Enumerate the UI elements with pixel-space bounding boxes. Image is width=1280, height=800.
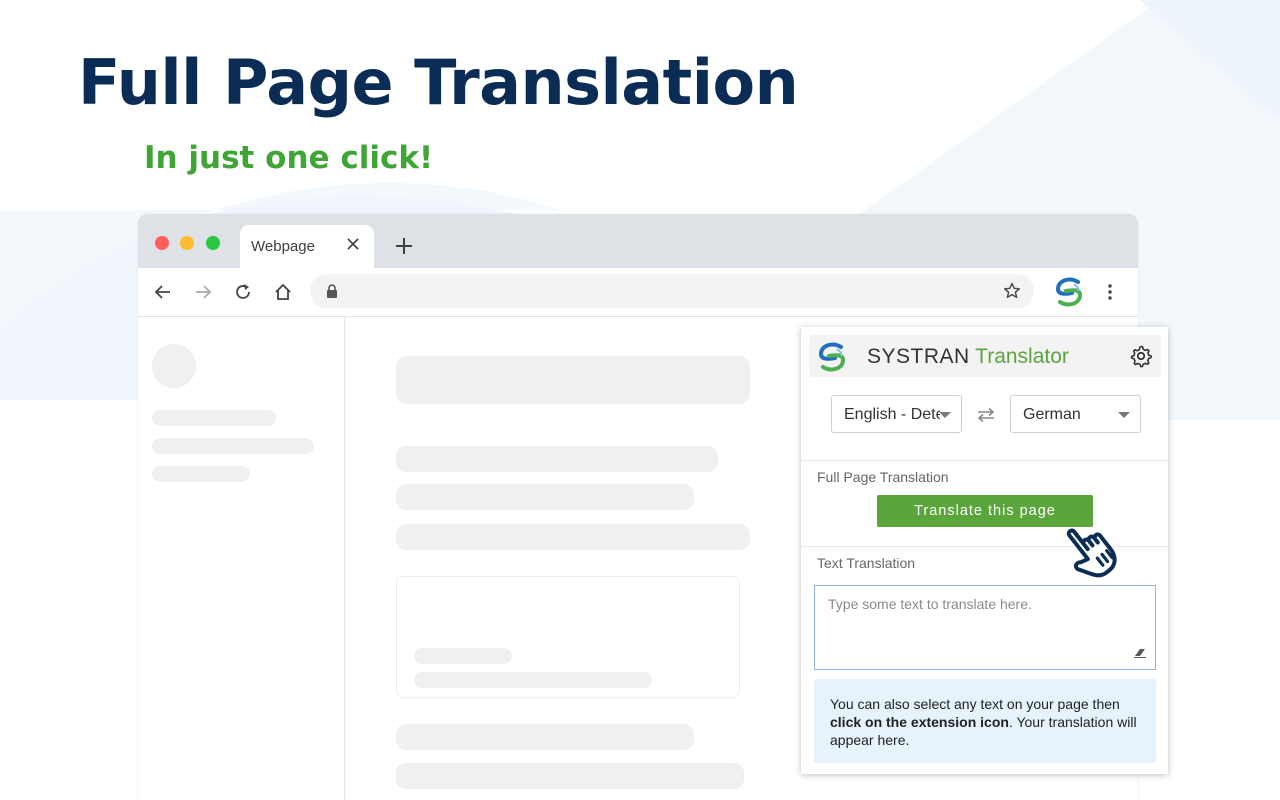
headline: Full Page Translation [78, 46, 799, 119]
window-maximize-dot[interactable] [206, 236, 220, 250]
gear-icon[interactable] [1129, 344, 1153, 368]
extension-popup: SYSTRAN Translator English - Detect Germ… [801, 327, 1168, 774]
systran-logo-icon [818, 342, 846, 372]
lock-icon [327, 284, 337, 298]
info-box: You can also select any text on your pag… [814, 679, 1156, 763]
subline: In just one click! [144, 140, 434, 176]
section-divider [801, 460, 1168, 461]
sidebar-line-placeholder [152, 466, 250, 482]
tab-title: Webpage [251, 238, 315, 255]
tab-webpage[interactable]: Webpage [240, 225, 374, 268]
text-line-placeholder [396, 724, 694, 750]
brand-name: SYSTRAN Translator [867, 345, 1069, 369]
browser-toolbar [138, 268, 1138, 317]
translation-text-input[interactable]: Type some text to translate here. [814, 585, 1156, 670]
chevron-down-icon [1118, 412, 1130, 418]
info-text-part1: You can also select any text on your pag… [830, 696, 1120, 712]
avatar-placeholder [152, 344, 196, 388]
swap-icon[interactable] [975, 407, 997, 423]
title-placeholder [396, 356, 750, 404]
eraser-icon[interactable] [1133, 645, 1147, 659]
close-icon[interactable] [345, 236, 361, 252]
reload-icon[interactable] [233, 282, 253, 302]
text-line-placeholder [396, 763, 744, 789]
info-text-bold: click on the extension icon [830, 714, 1009, 730]
plus-icon[interactable] [394, 236, 414, 256]
text-line-placeholder [396, 446, 718, 472]
source-language-select[interactable]: English - Detect [831, 395, 962, 433]
target-language-select[interactable]: German [1010, 395, 1141, 433]
card-line-placeholder [414, 648, 512, 664]
popup-header: SYSTRAN Translator [809, 335, 1161, 377]
card-line-placeholder [414, 672, 652, 688]
address-bar[interactable] [310, 274, 1034, 308]
full-page-label: Full Page Translation [817, 469, 949, 485]
window-minimize-dot[interactable] [180, 236, 194, 250]
text-input-placeholder: Type some text to translate here. [828, 596, 1032, 612]
brand-translator: Translator [975, 345, 1069, 368]
sidebar-divider [344, 317, 345, 800]
sidebar-line-placeholder [152, 438, 314, 454]
systran-logo-icon[interactable] [1052, 275, 1086, 309]
text-line-placeholder [396, 484, 694, 510]
sidebar-line-placeholder [152, 410, 276, 426]
brand-systran: SYSTRAN [867, 345, 970, 368]
back-arrow-icon[interactable] [153, 282, 173, 302]
home-icon[interactable] [273, 282, 293, 302]
kebab-menu-icon[interactable] [1100, 282, 1120, 302]
forward-arrow-icon[interactable] [193, 282, 213, 302]
pointer-hand-icon [1066, 528, 1117, 578]
target-language-value: German [1023, 406, 1081, 423]
tab-strip: Webpage [138, 214, 1138, 268]
text-line-placeholder [396, 524, 750, 550]
text-translation-label: Text Translation [817, 555, 916, 571]
window-close-dot[interactable] [155, 236, 169, 250]
source-language-value: English - Detect [844, 406, 940, 423]
star-icon[interactable] [1002, 281, 1022, 301]
card-placeholder [396, 576, 740, 698]
chevron-down-icon [939, 412, 951, 418]
